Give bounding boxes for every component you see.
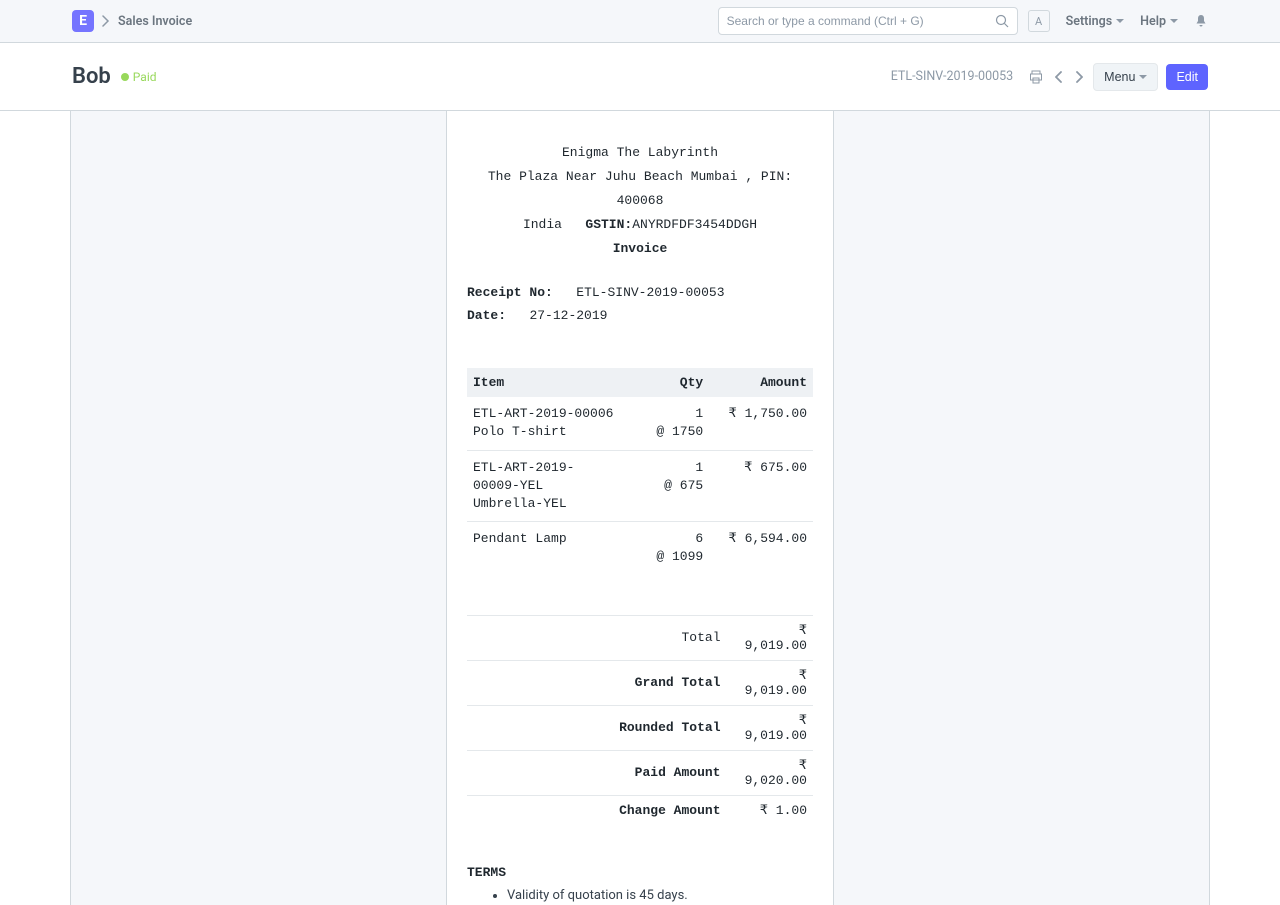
header-qty: Qty [623,368,710,397]
caret-down-icon [1170,19,1178,23]
total-value: ₹ 9,019.00 [727,705,814,750]
qty-cell: 6@ 1099 [623,522,710,575]
amount-cell: ₹ 1,750.00 [709,397,813,450]
breadcrumb[interactable]: Sales Invoice [118,14,192,29]
search-box[interactable] [718,7,1018,35]
receipt-value: ETL-SINV-2019-00053 [576,285,724,300]
terms-heading: TERMS [467,865,813,880]
date-row: Date: 27-12-2019 [467,308,813,323]
settings-menu[interactable]: Settings [1066,14,1125,29]
search-icon [995,14,1009,28]
search-input[interactable] [727,14,995,28]
total-label: Total [467,615,727,660]
table-row: ETL-ART-2019-00009-YELUmbrella-YEL1@ 675… [467,450,813,522]
avatar[interactable]: A [1028,10,1050,32]
total-value: ₹ 9,019.00 [727,615,814,660]
total-value: ₹ 9,019.00 [727,660,814,705]
caret-down-icon [1139,75,1147,79]
page-title-group: Bob Paid [72,64,157,89]
navbar-right: A Settings Help [1028,10,1208,32]
bell-icon[interactable] [1194,14,1208,28]
caret-down-icon [1116,19,1124,23]
receipt-row: Receipt No: ETL-SINV-2019-00053 [467,285,813,300]
help-label: Help [1140,14,1166,29]
invoice-header: Enigma The Labyrinth The Plaza Near Juhu… [467,141,813,261]
table-row: Pendant Lamp6@ 1099₹ 6,594.00 [467,522,813,575]
amount-cell: ₹ 6,594.00 [709,522,813,575]
date-value: 27-12-2019 [529,308,607,323]
totals-table: Total₹ 9,019.00Grand Total₹ 9,019.00Roun… [467,615,813,825]
doc-id: ETL-SINV-2019-00053 [891,69,1013,84]
company-address: The Plaza Near Juhu Beach Mumbai , PIN: … [467,165,813,213]
header-amount: Amount [709,368,813,397]
company-country-gstin: India GSTIN:ANYRDFDF3454DDGH [467,213,813,237]
totals-row: Grand Total₹ 9,019.00 [467,660,813,705]
total-label: Change Amount [467,795,727,825]
print-icon[interactable] [1027,68,1045,86]
help-menu[interactable]: Help [1140,14,1178,29]
company-name: Enigma The Labyrinth [467,141,813,165]
status-label: Paid [133,70,157,84]
total-label: Rounded Total [467,705,727,750]
page-body: Enigma The Labyrinth The Plaza Near Juhu… [0,111,1280,905]
totals-row: Rounded Total₹ 9,019.00 [467,705,813,750]
date-label: Date: [467,308,506,323]
status-badge: Paid [121,70,157,84]
terms-list: Validity of quotation is 45 days. [467,886,813,905]
form-layout: Enigma The Labyrinth The Plaza Near Juhu… [70,111,1210,905]
status-dot-icon [121,73,129,81]
doc-heading: Invoice [467,237,813,261]
edit-button[interactable]: Edit [1166,64,1208,90]
page-title: Bob [72,64,111,89]
amount-cell: ₹ 675.00 [709,450,813,522]
app-logo[interactable]: E [72,10,94,32]
navbar-center [192,7,1027,35]
navbar-left: E Sales Invoice [72,10,192,32]
qty-cell: 1@ 1750 [623,397,710,450]
totals-row: Change Amount₹ 1.00 [467,795,813,825]
page-head: Bob Paid ETL-SINV-2019-00053 Menu Edit [0,43,1280,111]
items-table: Item Qty Amount ETL-ART-2019-00006Polo T… [467,368,813,574]
country: India [523,217,562,232]
next-icon[interactable] [1073,69,1085,85]
terms-item: Validity of quotation is 45 days. [507,886,813,905]
print-preview: Enigma The Labyrinth The Plaza Near Juhu… [446,111,834,905]
settings-label: Settings [1066,14,1113,29]
total-value: ₹ 9,020.00 [727,750,814,795]
navbar: E Sales Invoice A Settings Help [0,0,1280,43]
header-item: Item [467,368,623,397]
chevron-right-icon [102,15,110,27]
item-cell: ETL-ART-2019-00006Polo T-shirt [467,397,623,450]
receipt-label: Receipt No: [467,285,553,300]
item-cell: ETL-ART-2019-00009-YELUmbrella-YEL [467,450,623,522]
table-header-row: Item Qty Amount [467,368,813,397]
total-value: ₹ 1.00 [727,795,814,825]
page-actions: ETL-SINV-2019-00053 Menu Edit [891,63,1208,91]
qty-cell: 1@ 675 [623,450,710,522]
table-row: ETL-ART-2019-00006Polo T-shirt1@ 1750₹ 1… [467,397,813,450]
gstin-value: ANYRDFDF3454DDGH [632,217,757,232]
item-cell: Pendant Lamp [467,522,623,575]
total-label: Grand Total [467,660,727,705]
prev-icon[interactable] [1053,69,1065,85]
menu-label: Menu [1104,70,1135,84]
totals-row: Total₹ 9,019.00 [467,615,813,660]
totals-row: Paid Amount₹ 9,020.00 [467,750,813,795]
terms-section: TERMS Validity of quotation is 45 days. [467,865,813,905]
total-label: Paid Amount [467,750,727,795]
gstin-label: GSTIN: [585,217,632,232]
menu-button[interactable]: Menu [1093,63,1158,91]
